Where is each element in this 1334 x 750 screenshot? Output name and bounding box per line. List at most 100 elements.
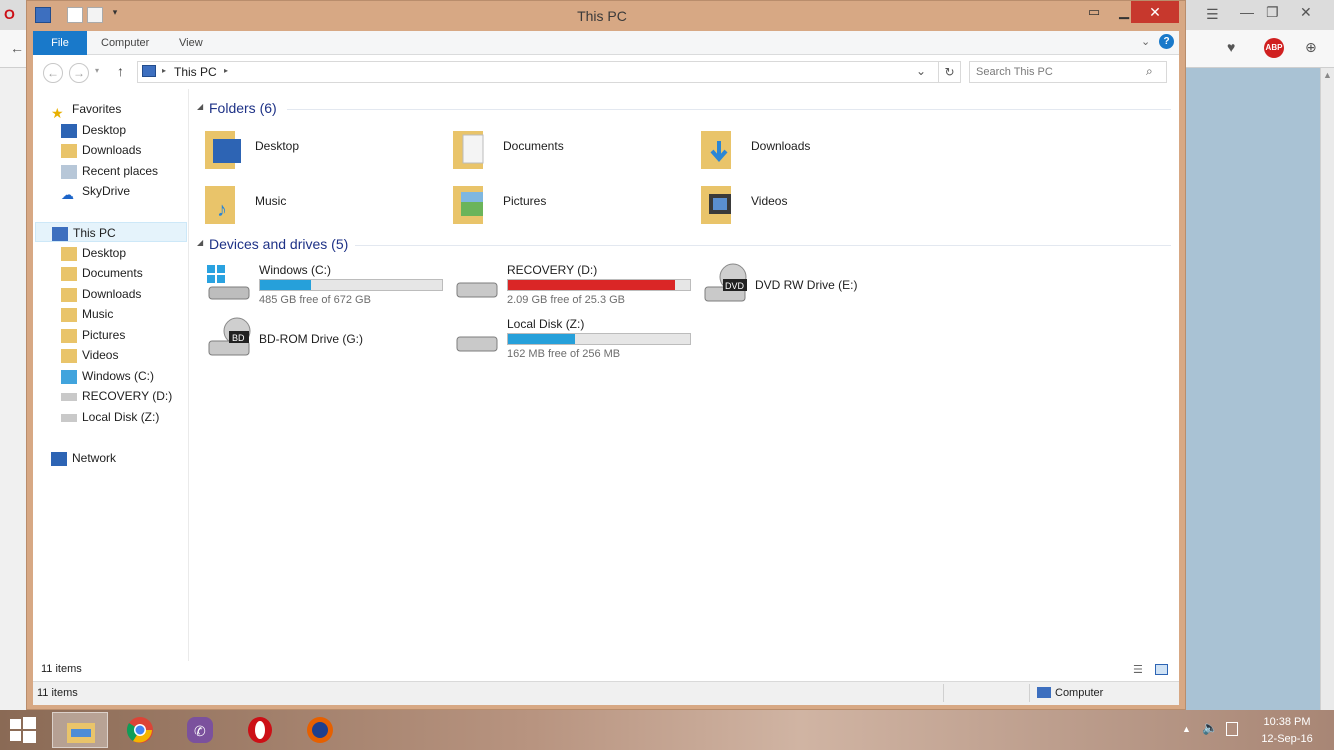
- drive-recovery-d[interactable]: RECOVERY (D:) 2.09 GB free of 25.3 GB: [455, 263, 695, 313]
- tab-file[interactable]: File: [33, 31, 87, 55]
- nav-pc-windows-c[interactable]: Windows (C:): [61, 366, 154, 386]
- nav-network[interactable]: Network: [51, 448, 116, 468]
- tab-computer[interactable]: Computer: [89, 31, 161, 55]
- browser-page-content: [1184, 68, 1320, 710]
- drive-windows-c[interactable]: Windows (C:) 485 GB free of 672 GB: [207, 263, 447, 313]
- nav-favorites[interactable]: ★ Favorites: [51, 99, 121, 121]
- scroll-up-icon[interactable]: ▲: [1323, 70, 1332, 80]
- taskbar-file-explorer[interactable]: [52, 712, 108, 748]
- title-bar[interactable]: ▾ This PC ▁ ▭ ✕: [27, 1, 1185, 31]
- folder-desktop[interactable]: Desktop: [203, 125, 443, 175]
- recent-places-icon: [61, 164, 77, 179]
- nav-favorite-desktop[interactable]: Desktop: [61, 120, 126, 140]
- windows-drive-icon: [207, 265, 250, 300]
- collapse-drives-icon[interactable]: ◢: [197, 238, 203, 247]
- pictures-folder-icon: [61, 328, 77, 343]
- nav-pc-desktop[interactable]: Desktop: [61, 243, 126, 263]
- address-dropdown-icon[interactable]: ⌄: [916, 64, 926, 78]
- search-icon[interactable]: ⌕: [1146, 64, 1153, 79]
- nav-pc-recovery-d[interactable]: RECOVERY (D:): [61, 386, 172, 406]
- address-input[interactable]: ▸ This PC ▸ ⌄ ↻: [137, 61, 961, 83]
- svg-text:♪: ♪: [217, 199, 227, 221]
- refresh-icon[interactable]: ↻: [938, 62, 960, 82]
- restore-icon[interactable]: ❐: [1266, 4, 1279, 21]
- music-folder-icon: [61, 307, 77, 322]
- taskbar-opera[interactable]: [232, 712, 288, 748]
- clock-date[interactable]: 12-Sep-16: [1252, 733, 1322, 745]
- start-button[interactable]: [0, 712, 46, 748]
- ribbon-tabs: File Computer View ⌄ ?: [33, 31, 1179, 55]
- folder-pictures[interactable]: Pictures: [451, 180, 691, 230]
- capacity-bar: [259, 279, 443, 291]
- computer-icon: [1037, 687, 1051, 698]
- back-button[interactable]: ←: [43, 63, 63, 83]
- windows-drive-icon: [61, 369, 77, 384]
- folder-downloads[interactable]: Downloads: [699, 125, 939, 175]
- download-icon[interactable]: ⊕: [1305, 39, 1317, 56]
- nav-this-pc[interactable]: This PC: [35, 222, 187, 242]
- folder-music[interactable]: ♪ Music: [203, 180, 443, 230]
- nav-pc-downloads[interactable]: Downloads: [61, 284, 141, 304]
- desktop-icon: [61, 123, 77, 138]
- nav-pc-music[interactable]: Music: [61, 304, 113, 324]
- drive-dvd-rw-e[interactable]: DVD DVD RW Drive (E:): [703, 263, 943, 313]
- chevron-right-icon[interactable]: ▸: [162, 66, 166, 75]
- drive-local-disk-z[interactable]: Local Disk (Z:) 162 MB free of 256 MB: [455, 317, 695, 367]
- large-icons-view-icon[interactable]: [1155, 664, 1168, 675]
- nav-favorite-skydrive[interactable]: ☁ SkyDrive: [61, 181, 130, 202]
- folders-group-divider: [287, 109, 1171, 110]
- file-explorer-icon: [67, 723, 95, 743]
- opera-icon: [248, 717, 272, 743]
- videos-folder-icon: [701, 186, 731, 224]
- search-input[interactable]: Search This PC ⌕: [969, 61, 1167, 83]
- outer-status-bar: 11 items Computer: [33, 681, 1179, 705]
- drive-bd-rom-g[interactable]: BD BD-ROM Drive (G:): [207, 317, 447, 367]
- svg-text:BD: BD: [232, 333, 245, 343]
- nav-pc-videos[interactable]: Videos: [61, 345, 118, 365]
- expand-ribbon-icon[interactable]: ⌄: [1141, 35, 1150, 48]
- close-button[interactable]: ✕: [1131, 1, 1179, 23]
- taskbar-firefox[interactable]: [292, 712, 348, 748]
- restore-button[interactable]: ▭: [1079, 1, 1109, 23]
- details-view-icon[interactable]: ☰: [1133, 663, 1143, 676]
- battery-icon[interactable]: [1226, 722, 1238, 736]
- nav-pc-documents[interactable]: Documents: [61, 263, 143, 283]
- folder-documents[interactable]: Documents: [451, 125, 691, 175]
- taskbar-chrome[interactable]: [112, 712, 168, 748]
- adblock-icon[interactable]: ABP: [1264, 38, 1284, 58]
- heart-icon[interactable]: ♥: [1227, 39, 1235, 55]
- capacity-fill: [508, 280, 676, 290]
- taskbar: ✆ ▲ 🔈 10:38 PM 12-Sep-16: [0, 710, 1334, 750]
- capacity-bar: [507, 279, 691, 291]
- collapse-folders-icon[interactable]: ◢: [197, 102, 203, 111]
- browser-scrollbar[interactable]: ▲: [1320, 68, 1334, 710]
- back-arrow-icon[interactable]: ←: [10, 40, 24, 56]
- status-divider: [943, 684, 944, 702]
- chevron-right-icon[interactable]: ▸: [224, 66, 228, 75]
- address-bar-row: ← → ▾ ↑ ▸ This PC ▸ ⌄ ↻ Search This PC ⌕: [33, 55, 1179, 89]
- show-hidden-icons[interactable]: ▲: [1182, 724, 1191, 734]
- bd-drive-icon: BD: [208, 317, 251, 356]
- volume-icon[interactable]: 🔈: [1202, 720, 1218, 736]
- close-icon[interactable]: ✕: [1300, 4, 1312, 21]
- computer-icon: [142, 65, 156, 77]
- opera-logo-icon[interactable]: O: [4, 6, 15, 22]
- tab-menu-icon[interactable]: ☰: [1206, 6, 1219, 23]
- minimize-icon[interactable]: —: [1240, 4, 1254, 20]
- nav-pc-local-disk-z[interactable]: Local Disk (Z:): [61, 407, 159, 427]
- taskbar-viber[interactable]: ✆: [172, 712, 228, 748]
- forward-button[interactable]: →: [69, 63, 89, 83]
- folders-group-header[interactable]: Folders (6): [209, 100, 277, 116]
- nav-favorite-recent-places[interactable]: Recent places: [61, 161, 158, 181]
- nav-pc-pictures[interactable]: Pictures: [61, 325, 125, 345]
- up-arrow-button[interactable]: ↑: [117, 63, 124, 79]
- drives-group-header[interactable]: Devices and drives (5): [209, 236, 348, 252]
- clock-time[interactable]: 10:38 PM: [1252, 716, 1322, 728]
- help-icon[interactable]: ?: [1159, 34, 1174, 49]
- svg-text:✆: ✆: [194, 723, 206, 739]
- folder-videos[interactable]: Videos: [699, 180, 939, 230]
- nav-favorite-downloads[interactable]: Downloads: [61, 140, 141, 160]
- recent-locations-icon[interactable]: ▾: [95, 66, 99, 75]
- breadcrumb-this-pc[interactable]: This PC: [174, 65, 217, 79]
- tab-view[interactable]: View: [167, 31, 215, 55]
